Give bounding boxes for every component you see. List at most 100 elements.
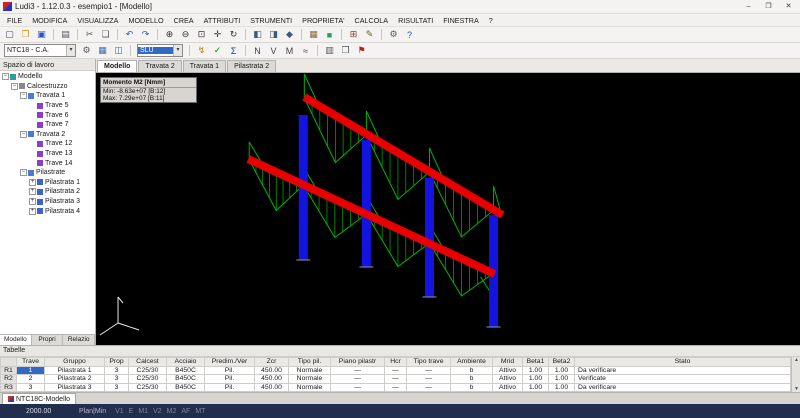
cell-mrid[interactable]: Attivo — [492, 382, 523, 392]
column-header-ambiente[interactable]: Ambiente — [450, 357, 493, 367]
verify-checks-icon[interactable]: ✓ — [210, 44, 225, 58]
viewport-3d[interactable]: Momento M2 [Nmm] Min: -8.63e+07 [B:12] M… — [96, 73, 800, 345]
deformed-shape-icon[interactable]: ≈ — [298, 44, 313, 58]
view-tab-modello[interactable]: Modello — [97, 60, 138, 72]
column-header-piano-pilastr[interactable]: Piano pilastr — [330, 357, 385, 367]
menu-item-strumenti[interactable]: STRUMENTI — [245, 16, 297, 25]
cell-beta1[interactable]: 1.00 — [522, 374, 549, 384]
cell-tipo-pil[interactable]: Normale — [288, 382, 331, 392]
collapse-icon[interactable]: − — [20, 92, 27, 100]
menu-item-risultati[interactable]: RISULTATI — [393, 16, 438, 25]
collapse-icon[interactable]: − — [11, 82, 18, 90]
load-cases-icon[interactable]: ◫ — [111, 44, 126, 58]
close-button[interactable]: ✕ — [780, 1, 797, 13]
cell-mrid[interactable]: Attivo — [492, 365, 523, 375]
menu-item-help[interactable]: ? — [484, 16, 498, 25]
cell-trave[interactable]: 3 — [16, 382, 45, 392]
cell-beta1[interactable]: 1.00 — [522, 382, 549, 392]
row-header-r3[interactable]: R3 — [0, 382, 17, 392]
column-header-tipo-pil[interactable]: Tipo pil. — [288, 357, 331, 367]
cell-gruppo[interactable]: Pilastrata 2 — [44, 374, 105, 384]
tree-item-modello[interactable]: − Modello — [0, 72, 95, 82]
cell-beta1[interactable]: 1.00 — [522, 365, 549, 375]
column-header-stato[interactable]: Stato — [574, 357, 791, 367]
flag-checks-icon[interactable]: ⚑ — [354, 44, 369, 58]
cell-piano-pilastr[interactable]: — — [330, 382, 385, 392]
tree-item-travata-2[interactable]: − Travata 2 — [0, 130, 95, 140]
column-header-trave[interactable]: Trave — [16, 357, 45, 367]
tree-item-trave-13[interactable]: Trave 13 — [0, 149, 95, 159]
tree-item-trave-6[interactable]: Trave 6 — [0, 110, 95, 120]
column-header-beta2[interactable]: Beta2 — [548, 357, 575, 367]
diagram-v-icon[interactable]: V — [266, 44, 281, 58]
cell-zcr[interactable]: 450.00 — [254, 365, 289, 375]
cell-mrid[interactable]: Attivo — [492, 374, 523, 384]
column-header-prop[interactable]: Prop — [104, 357, 129, 367]
design-code-select[interactable]: NTC18 - C.A. ▾ — [4, 44, 76, 57]
cell-prop[interactable]: 3 — [104, 382, 129, 392]
numbering-icon[interactable]: ⊞ — [346, 28, 361, 42]
expand-icon[interactable]: + — [29, 188, 36, 196]
tab-ntc18c-modello[interactable]: NTC18C-Modello — [2, 393, 77, 404]
view-3d-icon[interactable]: ◆ — [282, 28, 297, 42]
column-header-gruppo[interactable]: Gruppo — [44, 357, 105, 367]
row-header-r1[interactable]: R1 — [0, 365, 17, 375]
cell-acciaio[interactable]: B450C — [166, 374, 205, 384]
cell-stato[interactable]: Verificate — [574, 374, 791, 384]
tree-item-pilastrata-1[interactable]: + Pilastrata 1 — [0, 178, 95, 188]
zoom-extents-icon[interactable]: ⊡ — [194, 28, 209, 42]
cell-piano-pilastr[interactable]: — — [330, 365, 385, 375]
minimize-button[interactable]: – — [740, 1, 757, 13]
envelope-icon[interactable]: Σ — [226, 44, 241, 58]
menu-item-proprieta[interactable]: PROPRIETA' — [297, 16, 349, 25]
maximize-button[interactable]: ❐ — [760, 1, 777, 13]
tree-item-travata-1[interactable]: − Travata 1 — [0, 91, 95, 101]
tree-item-pilastrata-3[interactable]: + Pilastrata 3 — [0, 197, 95, 207]
zoom-in-icon[interactable]: ⊕ — [162, 28, 177, 42]
rotate-view-icon[interactable]: ↻ — [226, 28, 241, 42]
cell-piano-pilastr[interactable]: — — [330, 374, 385, 384]
cell-prop[interactable]: 3 — [104, 365, 129, 375]
tree-item-pilastrate[interactable]: − Pilastrate — [0, 168, 95, 178]
cell-calcest[interactable]: C25/30 — [128, 365, 167, 375]
row-header-r2[interactable]: R2 — [0, 374, 17, 384]
cell-gruppo[interactable]: Pilastrata 1 — [44, 365, 105, 375]
workspace-tab-relazio[interactable]: Relazio — [63, 335, 96, 345]
cell-zcr[interactable]: 450.00 — [254, 374, 289, 384]
cell-acciaio[interactable]: B450C — [166, 382, 205, 392]
pan-icon[interactable]: ✛ — [210, 28, 225, 42]
cell-predim-ver[interactable]: Pil. — [204, 365, 255, 375]
tree-item-trave-5[interactable]: Trave 5 — [0, 101, 95, 111]
cell-ambiente[interactable]: b — [450, 374, 493, 384]
column-header-calcest[interactable]: Calcest — [128, 357, 167, 367]
diagram-n-icon[interactable]: N — [250, 44, 265, 58]
materials-icon[interactable]: ▦ — [95, 44, 110, 58]
code-settings-icon[interactable]: ⚙ — [79, 44, 94, 58]
collapse-icon[interactable]: − — [20, 169, 27, 177]
column-header-predim-ver[interactable]: Predim./Ver — [204, 357, 255, 367]
cell-ambiente[interactable]: b — [450, 365, 493, 375]
cell-tipo-pil[interactable]: Normale — [288, 374, 331, 384]
cell-tipo-trave[interactable]: — — [406, 365, 451, 375]
collapse-icon[interactable]: − — [20, 130, 27, 138]
results-table-icon[interactable]: ▥ — [322, 44, 337, 58]
new-file-icon[interactable]: ▢ — [2, 28, 17, 42]
cell-tipo-pil[interactable]: Normale — [288, 365, 331, 375]
menu-item-modifica[interactable]: MODIFICA — [27, 16, 72, 25]
expand-icon[interactable]: + — [29, 178, 36, 186]
workspace-tab-propri[interactable]: Propri — [31, 335, 64, 345]
cut-icon[interactable]: ✂ — [82, 28, 97, 42]
combination-select[interactable]: SLU ▾ — [137, 44, 183, 57]
cell-prop[interactable]: 3 — [104, 374, 129, 384]
scroll-up-icon[interactable]: ▲ — [792, 357, 800, 363]
undo-icon[interactable]: ↶ — [122, 28, 137, 42]
collapse-icon[interactable]: − — [2, 73, 9, 81]
cell-beta2[interactable]: 1.00 — [548, 382, 575, 392]
cell-stato[interactable]: Da verificare — [574, 382, 791, 392]
expand-icon[interactable]: + — [29, 198, 36, 206]
run-analysis-icon[interactable]: ↯ — [194, 44, 209, 58]
column-header-mrid[interactable]: Mrid — [492, 357, 523, 367]
column-header-acciaio[interactable]: Acciaio — [166, 357, 205, 367]
menu-item-crea[interactable]: CREA — [169, 16, 199, 25]
tree-item-trave-14[interactable]: Trave 14 — [0, 158, 95, 168]
